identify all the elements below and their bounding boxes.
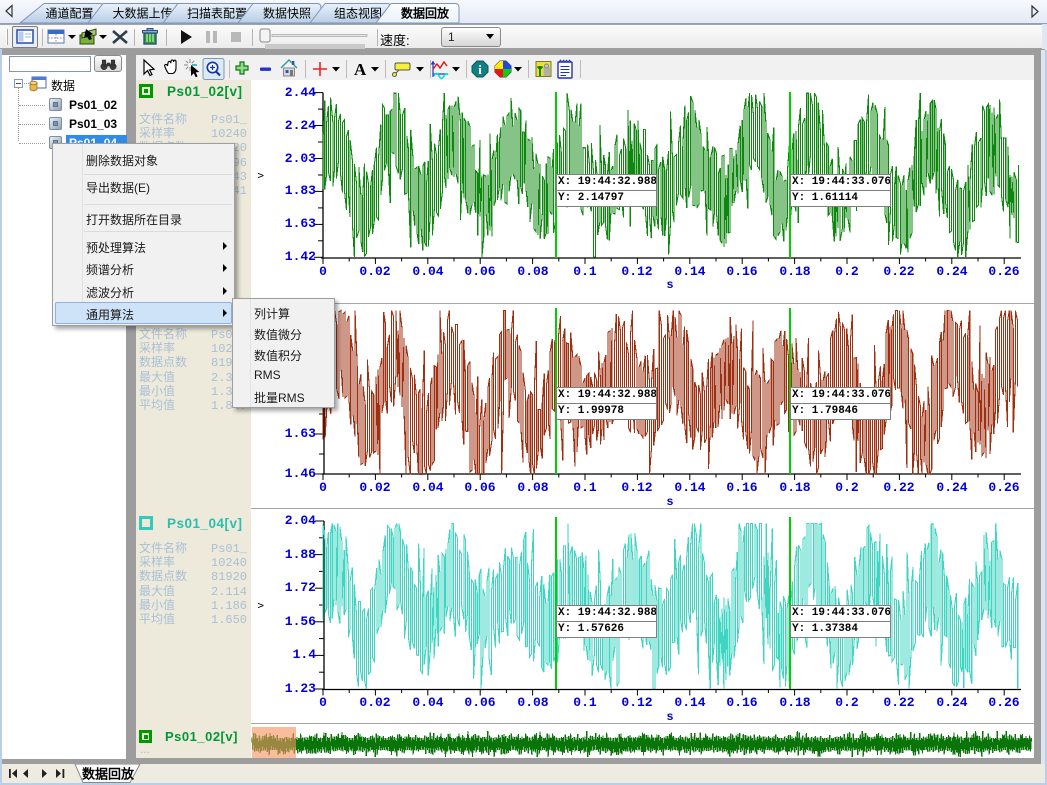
svg-text:数据回放: 数据回放 [82,767,135,782]
